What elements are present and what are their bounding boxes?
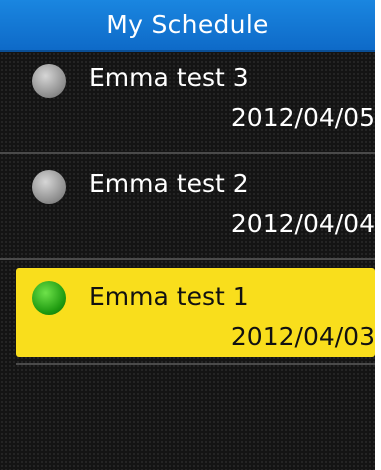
gray-circle-icon xyxy=(32,170,66,204)
app-screen: My Schedule Emma test 3 2012/04/05 Emma … xyxy=(0,0,381,470)
schedule-item-date: 2012/04/04 xyxy=(230,209,375,238)
screen-edge xyxy=(375,0,381,470)
schedule-item-date: 2012/04/05 xyxy=(230,103,375,132)
schedule-item-title: Emma test 2 xyxy=(89,169,249,198)
schedule-item-date: 2012/04/03 xyxy=(230,322,375,351)
schedule-item-3-selected[interactable]: Emma test 1 2012/04/03 xyxy=(16,268,375,357)
green-circle-icon xyxy=(32,281,66,315)
page-title: My Schedule xyxy=(106,10,269,39)
gray-circle-icon xyxy=(32,64,66,98)
schedule-item-1[interactable]: Emma test 3 2012/04/05 xyxy=(0,52,375,154)
schedule-item-title: Emma test 1 xyxy=(89,282,249,311)
schedule-list: My Schedule Emma test 3 2012/04/05 Emma … xyxy=(0,0,375,470)
schedule-item-2[interactable]: Emma test 2 2012/04/04 xyxy=(0,158,375,260)
list-divider xyxy=(16,363,375,365)
header-bar: My Schedule xyxy=(0,0,375,52)
schedule-item-title: Emma test 3 xyxy=(89,63,249,92)
